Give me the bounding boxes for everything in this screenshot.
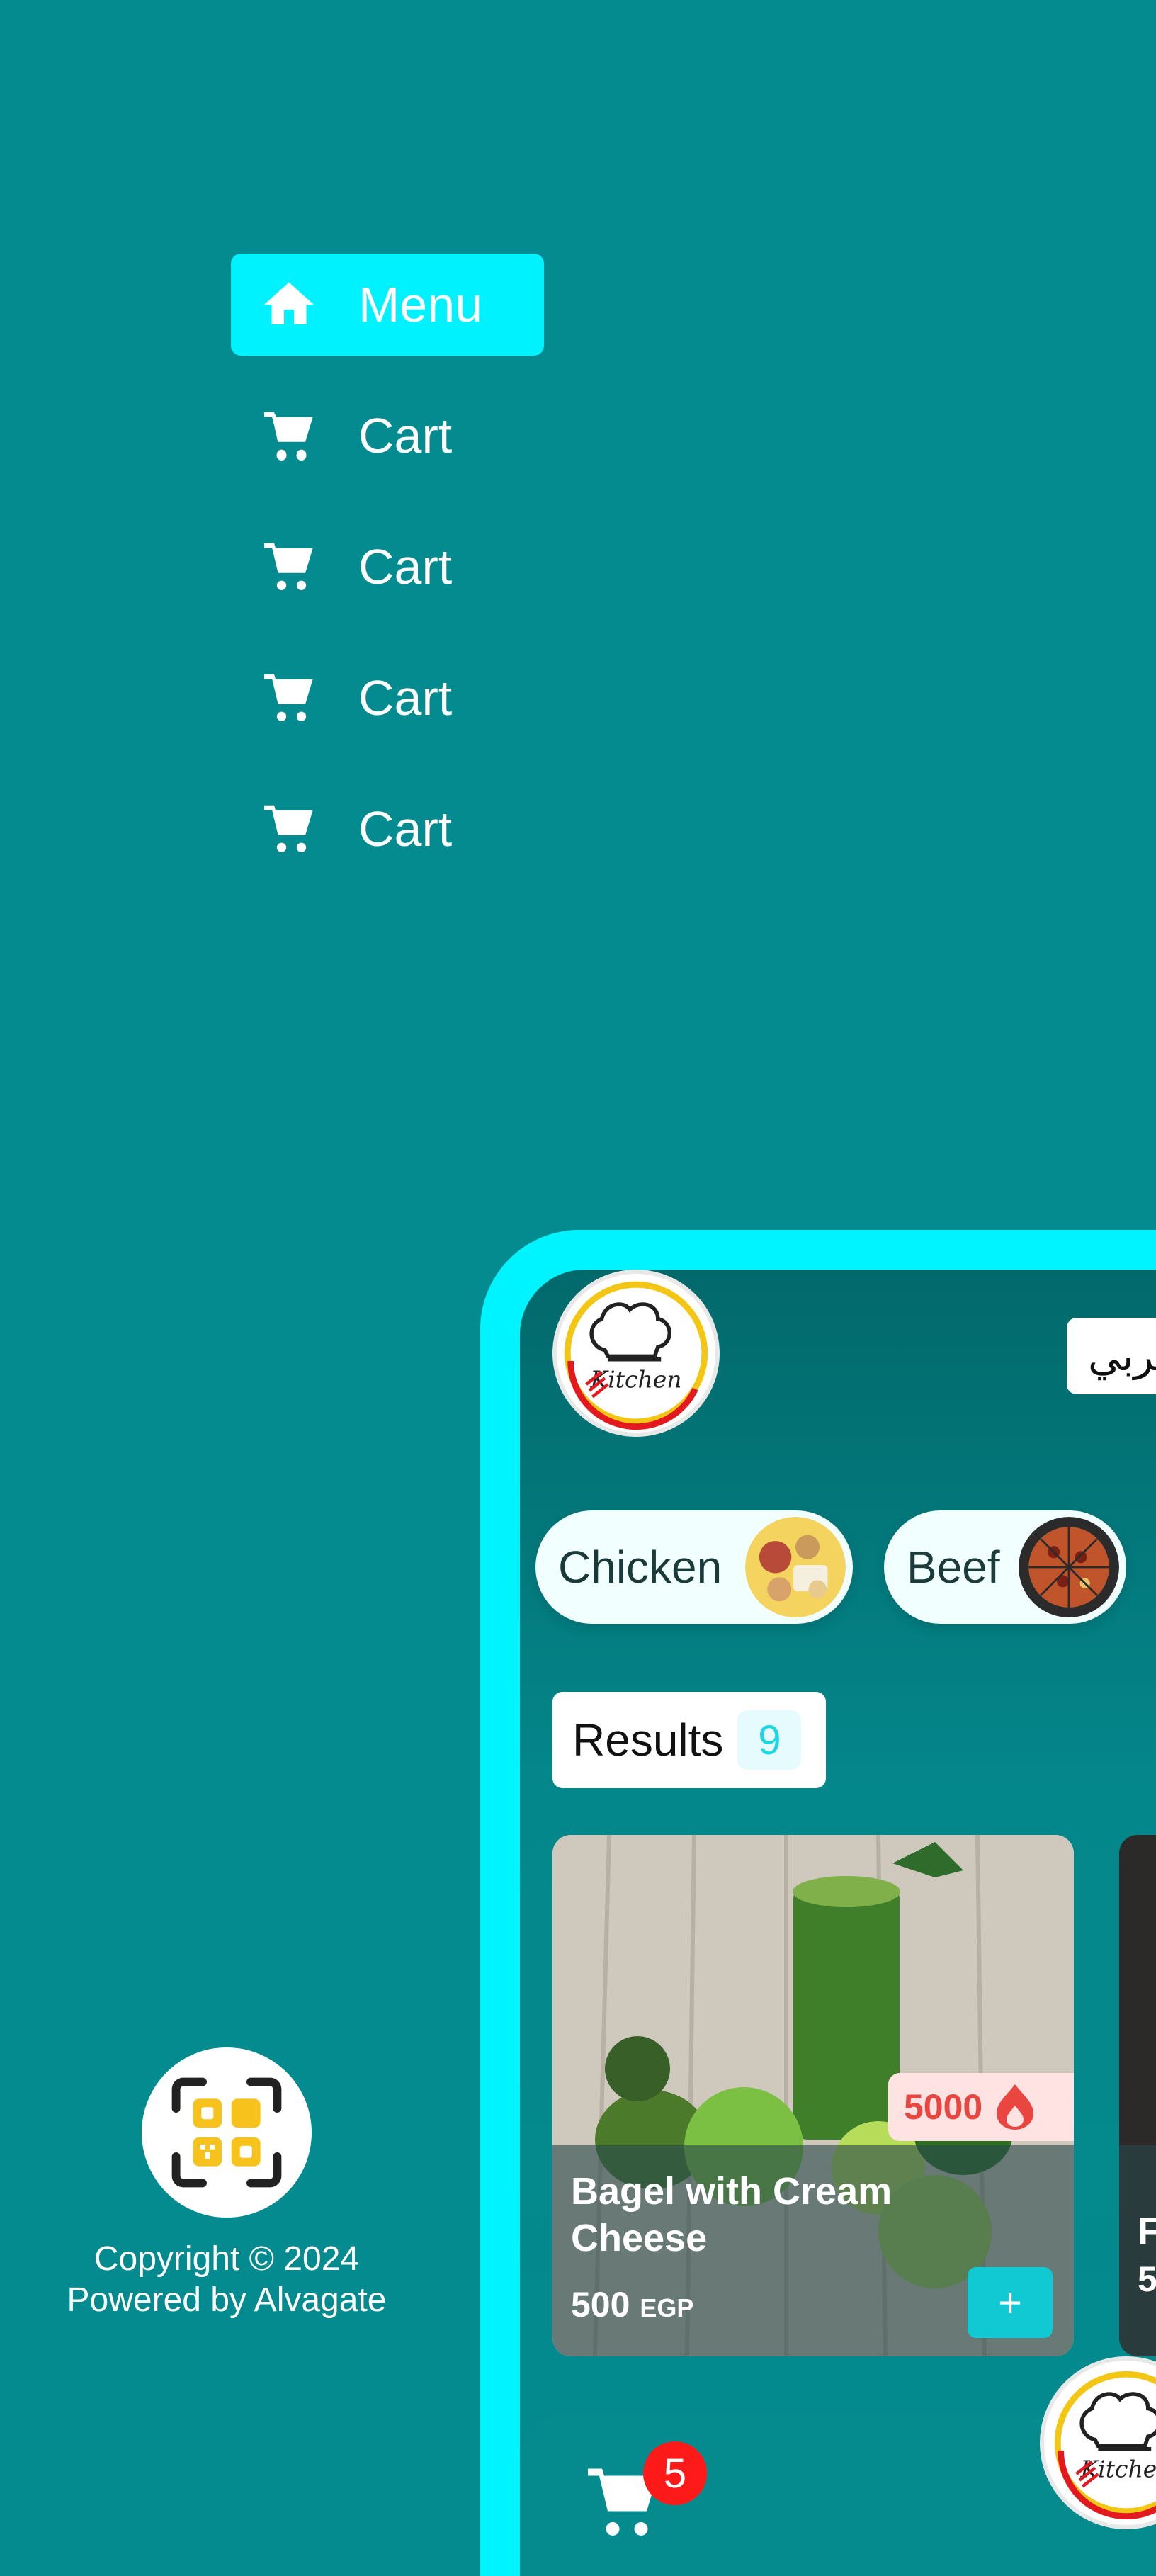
product-price: 500 EGP	[571, 2284, 693, 2325]
product-info: F 5	[1119, 2145, 1156, 2356]
add-to-cart-button[interactable]: +	[968, 2267, 1053, 2338]
sidebar-item-label: Cart	[358, 407, 452, 464]
results-label: Results	[572, 1714, 723, 1766]
category-chip-chicken[interactable]: Chicken	[536, 1510, 853, 1624]
chicken-dish-image	[745, 1517, 846, 1617]
footer: Copyright © 2024 Powered by Alvagate	[0, 2239, 453, 2321]
pizza-image	[1019, 1517, 1119, 1617]
category-chip-beef[interactable]: Beef	[884, 1510, 1126, 1624]
calories-badge: 5000	[888, 2073, 1074, 2141]
chef-hat-logo-icon: Kitchen	[1048, 2365, 1156, 2521]
kitchen-logo[interactable]: Kitchen	[552, 1270, 720, 1437]
product-card[interactable]: F 5	[1119, 1835, 1156, 2356]
sidebar-item-cart[interactable]: Cart	[231, 385, 544, 487]
sidebar-item-cart[interactable]: Cart	[231, 516, 544, 618]
results-count-badge: 9	[737, 1710, 801, 1770]
sidebar-item-cart[interactable]: Cart	[231, 778, 544, 880]
product-title: Bagel with Cream Cheese	[571, 2168, 968, 2261]
sidebar-item-label: Menu	[358, 276, 482, 333]
price-currency: EGP	[640, 2293, 693, 2322]
home-icon	[259, 275, 347, 334]
copyright-text: Copyright © 2024	[0, 2239, 453, 2280]
category-label: Chicken	[558, 1541, 722, 1593]
chef-hat-logo-icon: Kitchen	[558, 1275, 714, 1431]
sidebar-item-cart[interactable]: Cart	[231, 647, 544, 749]
results-header: Results 9	[552, 1692, 826, 1788]
sidebar-item-label: Cart	[358, 670, 452, 726]
cart-icon	[259, 668, 347, 728]
cart-icon	[259, 537, 347, 597]
sidebar-item-label: Cart	[358, 538, 452, 595]
sidebar-item-menu[interactable]: Menu	[231, 254, 544, 356]
product-price: 5	[1138, 2259, 1156, 2300]
phone-frame: Kitchen عربي Chicken Beef	[480, 1230, 1156, 2576]
app-screen: Kitchen عربي Chicken Beef	[520, 1270, 1156, 2576]
product-info: Bagel with Cream Cheese 500 EGP +	[552, 2145, 1074, 2356]
language-toggle-button[interactable]: عربي	[1067, 1318, 1156, 1394]
sidebar-item-label: Cart	[358, 801, 452, 857]
sidebar-nav: Menu Cart Cart Cart Cart	[231, 254, 544, 909]
product-title: F	[1138, 2209, 1156, 2253]
product-card[interactable]: 5000 Bagel with Cream Cheese 500 EGP +	[552, 1835, 1074, 2356]
flame-icon	[994, 2083, 1036, 2131]
price-value: 500	[571, 2285, 630, 2324]
powered-by-text: Powered by Alvagate	[0, 2280, 453, 2321]
cart-icon	[259, 406, 347, 465]
category-label: Beef	[907, 1541, 1000, 1593]
qr-code-icon	[166, 2072, 287, 2193]
calories-value: 5000	[904, 2086, 982, 2128]
qr-code-button[interactable]	[142, 2047, 312, 2218]
cart-count-badge: 5	[643, 2441, 707, 2505]
cart-icon	[259, 799, 347, 859]
